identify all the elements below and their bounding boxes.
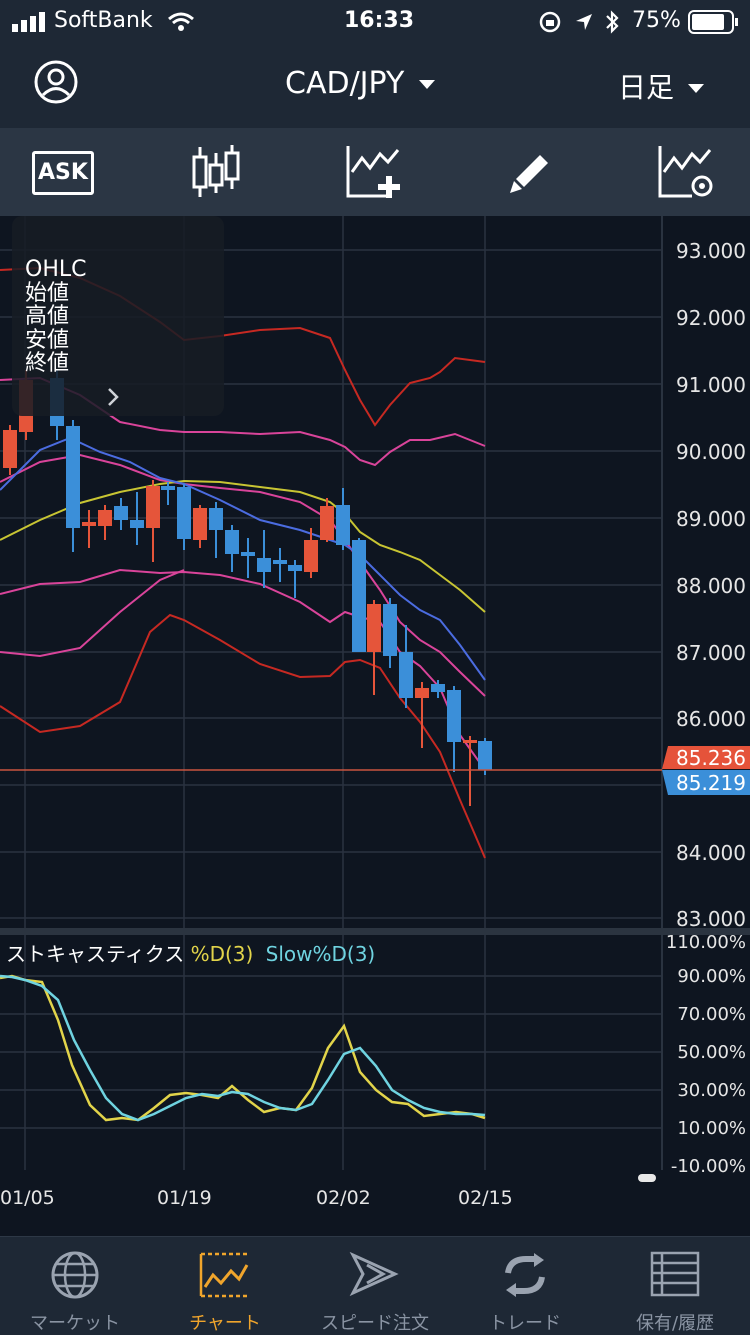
timeframe-label: 日足: [618, 71, 675, 104]
nav-bar: CAD/JPY 日足: [0, 44, 750, 128]
oscillator-slow-label: Slow%D(3): [265, 942, 376, 966]
chart-icon: [199, 1252, 249, 1298]
chart-toolbar: ASK: [0, 128, 750, 216]
ask-label: ASK: [38, 160, 88, 185]
clock: 16:33: [344, 8, 415, 33]
battery-percent: 75%: [632, 8, 681, 33]
ask-price-value: 85.236: [676, 746, 746, 770]
list-icon: [650, 1251, 700, 1297]
status-bar: SoftBank 16:33 75%: [0, 0, 750, 44]
pct-tick: 70.00%: [677, 1004, 746, 1025]
pct-tick: 90.00%: [677, 966, 746, 987]
candlestick-type-icon[interactable]: [191, 145, 241, 199]
pct-tick: -10.00%: [670, 1156, 746, 1177]
tab-speed-order[interactable]: スピード注文: [300, 1237, 450, 1335]
price-tick: 90.000: [676, 440, 746, 464]
pair-label: CAD/JPY: [285, 66, 405, 101]
carrier-name: SoftBank: [54, 8, 153, 33]
ohlc-high-label: 高値: [25, 304, 70, 329]
pct-tick: 10.00%: [677, 1118, 746, 1139]
wifi-icon: [168, 12, 194, 31]
price-tick: 87.000: [676, 641, 746, 665]
tab-holdings-history[interactable]: 保有/履歴: [600, 1237, 750, 1335]
chevron-down-icon: [687, 84, 704, 93]
globe-icon: [51, 1251, 99, 1299]
tab-market[interactable]: マーケット: [0, 1237, 150, 1335]
oscillator-d-label: %D(3): [190, 942, 254, 966]
date-tick: 01/19: [157, 1187, 212, 1209]
bid-price-value: 85.219: [676, 771, 746, 795]
pct-tick: 30.00%: [677, 1080, 746, 1101]
add-indicator-icon[interactable]: [346, 144, 404, 200]
ohlc-low-label: 安値: [25, 327, 70, 353]
timeframe-selector[interactable]: 日足: [618, 66, 705, 106]
pair-selector[interactable]: CAD/JPY: [285, 66, 436, 101]
price-tick: 92.000: [676, 306, 746, 330]
tab-label: トレード: [489, 1313, 561, 1334]
trade-refresh-icon: [505, 1253, 545, 1297]
tab-label: スピード注文: [321, 1313, 429, 1334]
tab-label: チャート: [189, 1313, 261, 1334]
account-icon[interactable]: [34, 60, 78, 104]
ohlc-open-label: 始値: [25, 280, 70, 306]
tab-label: 保有/履歴: [635, 1313, 715, 1334]
price-tick: 93.000: [676, 239, 746, 263]
location-arrow-icon: [576, 14, 592, 30]
chevron-down-icon: [418, 79, 435, 89]
price-tick: 89.000: [676, 507, 746, 531]
speed-order-icon: [349, 1251, 399, 1297]
candles: [3, 370, 492, 806]
signal-bars-icon: [12, 12, 45, 32]
pencil-draw-icon[interactable]: [508, 149, 554, 195]
bollinger-lower-1sd-b: [0, 569, 185, 658]
indicator-settings-icon[interactable]: [658, 144, 716, 200]
lock-rotation-icon: [539, 11, 561, 33]
bluetooth-icon: [606, 10, 619, 34]
date-tick: 01/05: [0, 1187, 55, 1209]
price-tick: 86.000: [676, 707, 746, 731]
stoch-d-line: [0, 974, 486, 1122]
oscillator-legend: ストキャスティクス %D(3) Slow%D(3): [6, 938, 375, 967]
tab-label: マーケット: [30, 1313, 120, 1334]
stoch-slow-d-line: [0, 974, 486, 1122]
tab-trade[interactable]: トレード: [450, 1237, 600, 1335]
pane-separator: [0, 928, 750, 935]
scroll-indicator[interactable]: [638, 1174, 656, 1182]
ohlc-panel[interactable]: OHLC 始値 高値 安値 終値: [12, 216, 224, 416]
price-tick: 88.000: [676, 574, 746, 598]
date-tick: 02/15: [458, 1187, 513, 1209]
ohlc-title: OHLC: [25, 257, 87, 282]
chevron-right-icon[interactable]: [106, 387, 120, 407]
tab-chart[interactable]: チャート: [150, 1237, 300, 1335]
price-tick: 83.000: [676, 907, 746, 931]
battery-icon: [688, 10, 738, 34]
ask-button[interactable]: ASK: [32, 151, 94, 195]
ohlc-close-label: 終値: [25, 351, 70, 376]
pct-tick: 50.00%: [677, 1042, 746, 1063]
price-tick: 84.000: [676, 841, 746, 865]
price-tick: 91.000: [676, 373, 746, 397]
oscillator-name: ストキャスティクス: [6, 942, 185, 966]
tab-bar: マーケット チャート スピード注文 トレード 保有/履歴: [0, 1236, 750, 1335]
pct-tick: 110.00%: [665, 932, 746, 953]
date-tick: 02/02: [316, 1187, 371, 1209]
